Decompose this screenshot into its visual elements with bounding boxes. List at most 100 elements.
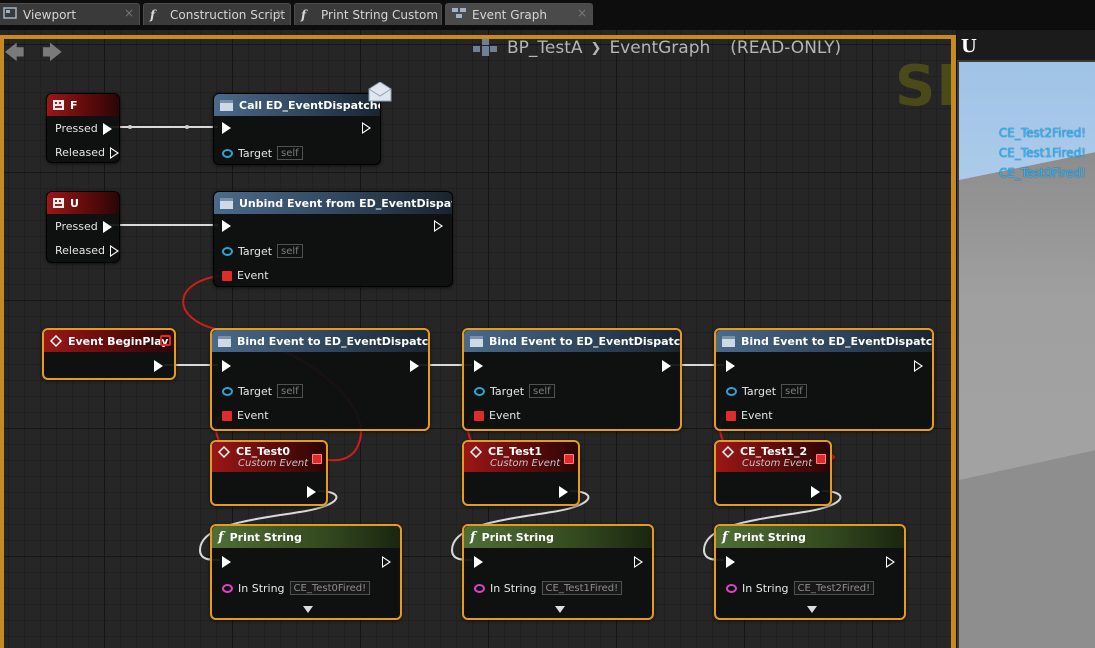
exec-in-pin-icon[interactable] (726, 556, 735, 568)
expand-arrow-icon[interactable] (303, 606, 313, 613)
bind-event-node[interactable]: Bind Event to ED_EventDispatcher Target … (210, 328, 430, 431)
delegate-pin-icon[interactable] (474, 410, 484, 421)
custom-event-node[interactable]: CE_Test1_2 Custom Event (714, 440, 832, 506)
pin-label: Target (238, 244, 273, 258)
released-pin[interactable]: Released (55, 244, 119, 257)
released-pin[interactable]: Released (55, 146, 119, 159)
pressed-pin[interactable]: Pressed (55, 220, 112, 233)
exec-out-pin-icon[interactable] (307, 486, 316, 498)
node-title: Bind Event to ED_EventDispatcher (489, 334, 680, 348)
pin-default-value: self (529, 384, 555, 398)
exec-out-pin-icon[interactable] (914, 360, 923, 372)
object-pin-icon[interactable] (726, 386, 737, 396)
in-string-pin[interactable]: In String CE_Test1Fired! (474, 581, 623, 595)
exec-out-pin-icon[interactable] (102, 122, 112, 135)
string-pin-icon[interactable] (222, 583, 233, 593)
exec-out-pin-icon[interactable] (382, 556, 391, 568)
print-string-node[interactable]: f Print String In String CE_Test0Fired! (210, 524, 402, 620)
event-pin[interactable]: Event (474, 409, 521, 422)
exec-out-pin-icon[interactable] (434, 220, 443, 232)
custom-event-node[interactable]: CE_Test0 Custom Event (210, 440, 328, 506)
object-pin-icon[interactable] (474, 386, 485, 396)
game-viewport[interactable]: U CE_Test2Fired! CE_Test1Fired! CE_Test0… (956, 30, 1095, 648)
viewport-toolbar: U (957, 30, 1095, 60)
exec-in-pin-icon[interactable] (222, 122, 231, 134)
in-string-field[interactable]: CE_Test1Fired! (541, 581, 623, 595)
exec-in-pin-icon[interactable] (474, 360, 483, 372)
envelope-icon (368, 81, 392, 105)
print-string-node[interactable]: f Print String In String CE_Test2Fired! (714, 524, 906, 620)
exec-in-pin-icon[interactable] (474, 556, 483, 568)
bind-event-node[interactable]: Bind Event to ED_EventDispatcher Target … (714, 328, 934, 431)
pin-label: Event (741, 409, 773, 422)
exec-out-pin-icon[interactable] (410, 360, 419, 372)
input-key-f-node[interactable]: F Pressed Released (46, 93, 120, 163)
keyboard-icon (53, 100, 64, 110)
unbind-event-node[interactable]: Unbind Event from ED_EventDispatcher Tar… (213, 191, 453, 287)
exec-out-pin-icon[interactable] (102, 220, 112, 233)
exec-out-pin-icon[interactable] (811, 486, 820, 498)
delegate-out-pin-icon[interactable] (816, 454, 826, 464)
node-title: Bind Event to ED_EventDispatcher (237, 334, 428, 348)
custom-event-node[interactable]: CE_Test1 Custom Event (462, 440, 580, 506)
delegate-out-pin-icon[interactable] (160, 335, 171, 346)
target-pin[interactable]: Target self (222, 384, 303, 398)
expand-arrow-icon[interactable] (807, 606, 817, 613)
in-string-field[interactable]: CE_Test2Fired! (793, 581, 875, 595)
exec-out-pin-icon[interactable] (154, 360, 163, 372)
in-string-pin[interactable]: In String CE_Test0Fired! (222, 581, 371, 595)
exec-in-pin-icon[interactable] (222, 220, 231, 232)
call-dispatcher-node[interactable]: Call ED_EventDispatcher Target self (213, 93, 381, 165)
event-pin[interactable]: Event (726, 409, 773, 422)
target-pin[interactable]: Target self (222, 244, 303, 258)
in-string-pin[interactable]: In String CE_Test2Fired! (726, 581, 875, 595)
exec-out-pin-icon[interactable] (362, 122, 371, 134)
exec-out-pin-icon[interactable] (109, 244, 119, 257)
pin-label: In String (238, 581, 285, 595)
delegate-out-pin-icon[interactable] (312, 454, 322, 464)
log-message: CE_Test0Fired! (998, 166, 1086, 180)
viewport-scene[interactable]: CE_Test2Fired! CE_Test1Fired! CE_Test0Fi… (959, 62, 1095, 648)
expand-arrow-icon[interactable] (555, 606, 565, 613)
exec-out-pin-icon[interactable] (886, 556, 895, 568)
scene-floor (959, 450, 1095, 648)
exec-in-pin-icon[interactable] (222, 360, 231, 372)
event-pin[interactable]: Event (222, 409, 269, 422)
string-pin-icon[interactable] (726, 583, 737, 593)
pin-label: Target (490, 384, 525, 398)
object-pin-icon[interactable] (222, 148, 233, 158)
pin-default-value: self (277, 244, 303, 258)
delegate-pin-icon[interactable] (222, 270, 232, 281)
function-node-icon (220, 197, 233, 209)
print-string-node[interactable]: f Print String In String CE_Test1Fired! (462, 524, 654, 620)
function-node-icon (722, 335, 735, 347)
target-pin[interactable]: Target self (474, 384, 555, 398)
bind-event-node[interactable]: Bind Event to ED_EventDispatcher Target … (462, 328, 682, 431)
exec-in-pin-icon[interactable] (726, 360, 735, 372)
unreal-logo-icon: U (961, 36, 977, 57)
pin-label: Target (238, 384, 273, 398)
node-header: Bind Event to ED_EventDispatcher (212, 330, 428, 352)
exec-out-pin-icon[interactable] (559, 486, 568, 498)
delegate-out-pin-icon[interactable] (564, 454, 574, 464)
in-string-field[interactable]: CE_Test0Fired! (289, 581, 371, 595)
event-beginplay-node[interactable]: Event BeginPlay (42, 328, 176, 380)
exec-out-pin-icon[interactable] (634, 556, 643, 568)
node-title: Event BeginPlay (68, 334, 169, 348)
exec-out-pin-icon[interactable] (109, 146, 119, 159)
target-pin[interactable]: Target self (726, 384, 807, 398)
exec-in-pin-icon[interactable] (222, 556, 231, 568)
object-pin-icon[interactable] (222, 246, 233, 256)
event-pin[interactable]: Event (222, 269, 269, 282)
object-pin-icon[interactable] (222, 386, 233, 396)
pin-label: Pressed (55, 122, 98, 135)
pressed-pin[interactable]: Pressed (55, 122, 112, 135)
target-pin[interactable]: Target self (222, 146, 303, 160)
node-title: Print String (229, 530, 302, 544)
exec-out-pin-icon[interactable] (662, 360, 671, 372)
string-pin-icon[interactable] (474, 583, 485, 593)
input-key-u-node[interactable]: U Pressed Released (46, 191, 120, 263)
delegate-pin-icon[interactable] (222, 410, 232, 421)
node-title: Unbind Event from ED_EventDispatcher (239, 196, 452, 210)
delegate-pin-icon[interactable] (726, 410, 736, 421)
